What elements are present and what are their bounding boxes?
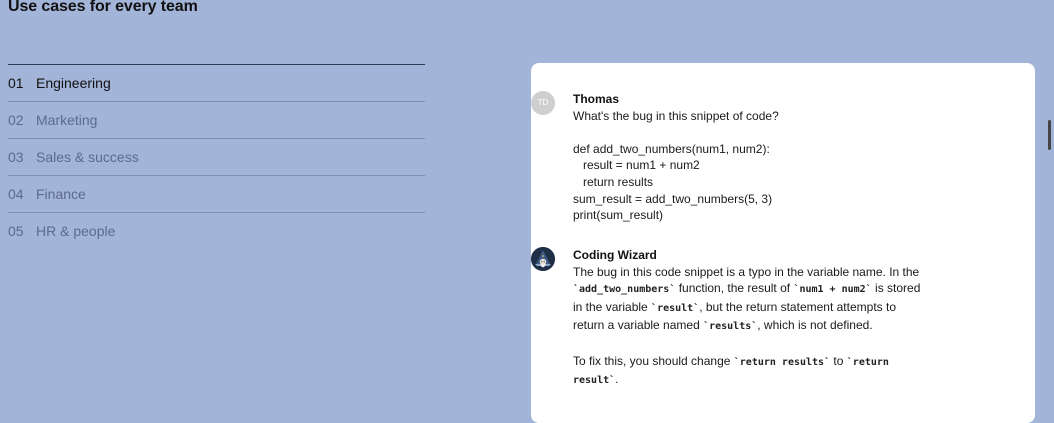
tab-engineering[interactable]: 01 Engineering <box>8 65 425 102</box>
tab-number: 04 <box>8 186 24 202</box>
user-message: TD Thomas What's the bug in this snippet… <box>531 91 923 224</box>
user-avatar: TD <box>531 91 555 115</box>
reply-text: function, the result of <box>675 281 794 296</box>
page-title: Use cases for every team <box>8 0 198 15</box>
assistant-paragraph-1: The bug in this code snippet is a typo i… <box>573 264 923 336</box>
assistant-name: Coding Wizard <box>573 248 657 262</box>
reply-text: The bug in this code snippet is a typo i… <box>573 264 920 279</box>
tab-number: 05 <box>8 223 24 239</box>
inline-code: `return results` <box>733 356 831 368</box>
wizard-avatar-icon <box>531 247 555 271</box>
assistant-message: Coding Wizard The bug in this code snipp… <box>531 247 923 390</box>
user-question: What's the bug in this snippet of code? <box>573 108 779 123</box>
page-scrollbar[interactable] <box>1048 120 1051 150</box>
tab-number: 03 <box>8 149 24 165</box>
tab-label: Finance <box>36 186 86 202</box>
chat-example-card: TD Thomas What's the bug in this snippet… <box>531 63 1035 423</box>
reply-text: to <box>830 353 847 368</box>
tab-hr-people[interactable]: 05 HR & people <box>8 213 425 249</box>
reply-text: , which is not defined. <box>757 318 873 333</box>
use-case-tabs: 01 Engineering 02 Marketing 03 Sales & s… <box>8 64 425 249</box>
tab-finance[interactable]: 04 Finance <box>8 176 425 213</box>
tab-label: HR & people <box>36 223 116 239</box>
assistant-paragraph-2: To fix this, you should change `return r… <box>573 353 923 390</box>
reply-text: . <box>615 372 619 387</box>
inline-code: `num1 + num2` <box>793 284 872 296</box>
tab-number: 01 <box>8 75 24 91</box>
user-name: Thomas <box>573 92 620 106</box>
tab-label: Marketing <box>36 112 98 128</box>
tab-sales-success[interactable]: 03 Sales & success <box>8 139 425 176</box>
tab-label: Engineering <box>36 75 111 91</box>
user-code-snippet: def add_two_numbers(num1, num2): result … <box>573 141 773 223</box>
reply-text: To fix this, you should change <box>573 353 734 368</box>
tab-marketing[interactable]: 02 Marketing <box>8 102 425 139</box>
inline-code: `results` <box>703 321 758 333</box>
tab-number: 02 <box>8 112 24 128</box>
inline-code: `add_two_numbers` <box>573 284 676 296</box>
tab-label: Sales & success <box>36 149 139 165</box>
inline-code: `result` <box>651 302 700 314</box>
